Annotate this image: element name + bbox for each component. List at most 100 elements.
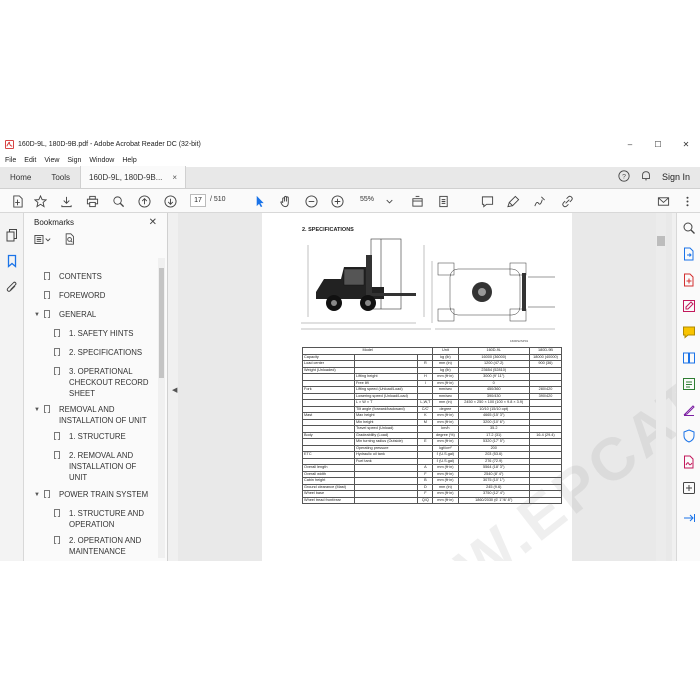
page-number-input[interactable]: 17 — [190, 194, 206, 207]
toolbar: 17 / 510 55% — [0, 189, 700, 213]
print-icon[interactable] — [85, 194, 99, 208]
next-page-icon[interactable] — [163, 194, 177, 208]
document-view[interactable]: 2. SPECIFICATIONS 160DS2SP01 Model Unit … — [178, 136, 700, 561]
create-pdf-tool-icon[interactable] — [682, 273, 696, 287]
more-tools-rail-icon[interactable] — [682, 481, 696, 495]
bookmark-item[interactable]: 1. STRUCTURE — [54, 431, 126, 442]
email-icon[interactable] — [656, 194, 670, 208]
sign-icon[interactable] — [532, 194, 546, 208]
attachments-icon[interactable] — [5, 280, 19, 294]
acrobat-app-icon — [5, 140, 14, 149]
bookmark-item[interactable]: ▼ GENERAL — [34, 309, 96, 320]
bookmark-icon — [44, 272, 50, 280]
select-tool-icon[interactable] — [252, 194, 266, 208]
zoom-dropdown-icon[interactable] — [382, 194, 396, 208]
forklift-side-view-drawing — [301, 238, 431, 330]
zoom-out-icon[interactable] — [304, 194, 318, 208]
protect-icon[interactable] — [682, 429, 696, 443]
combine-files-icon[interactable] — [682, 351, 696, 365]
save-icon[interactable] — [59, 194, 73, 208]
minimize-button[interactable]: – — [616, 140, 644, 149]
tab-bar: Home Tools 160D-9L, 180D-9B... × ? Sign … — [0, 166, 700, 189]
forklift-top-view-drawing — [431, 261, 555, 330]
zoom-in-icon[interactable] — [330, 194, 344, 208]
edit-pdf-icon[interactable] — [682, 299, 696, 313]
find-bookmark-icon[interactable] — [64, 232, 76, 250]
section-title: 2. SPECIFICATIONS — [302, 227, 354, 233]
collapse-arrow-icon[interactable]: ▼ — [34, 405, 40, 416]
bell-icon[interactable] — [640, 170, 652, 184]
send-for-signature-icon[interactable] — [682, 455, 696, 469]
bookmark-item[interactable]: 1. SAFETY HINTS — [54, 328, 133, 339]
menu-sign[interactable]: Sign — [63, 157, 85, 164]
more-tools-icon[interactable] — [680, 194, 694, 208]
options-menu-icon[interactable] — [34, 232, 52, 250]
tab-document[interactable]: 160D-9L, 180D-9B... × — [80, 166, 187, 188]
close-panel-icon[interactable]: ✕ — [149, 217, 157, 228]
menu-edit[interactable]: Edit — [20, 157, 40, 164]
bookmark-label: 1. STRUCTURE — [69, 432, 126, 441]
bookmark-label: CONTENTS — [59, 272, 102, 281]
bookmarks-scroll-thumb[interactable] — [159, 268, 164, 378]
bookmark-label: 1. STRUCTURE AND — [69, 509, 144, 518]
bookmark-star-icon[interactable] — [33, 194, 47, 208]
previous-page-icon[interactable] — [137, 194, 151, 208]
page-thumbnails-icon[interactable] — [5, 228, 19, 242]
page-total: / 510 — [210, 196, 226, 203]
collapse-arrow-icon[interactable]: ▼ — [34, 490, 40, 501]
bookmark-item[interactable]: 3. OPERATIONAL CHECKOUT RECORD SHEET — [54, 366, 149, 399]
fill-sign-icon[interactable] — [682, 403, 696, 417]
collapse-arrow-icon[interactable]: ▼ — [34, 310, 40, 321]
share-link-icon[interactable] — [560, 194, 574, 208]
comment-tool-icon[interactable] — [682, 325, 696, 339]
bookmark-label-multiline: 3. OPERATIONAL CHECKOUT RECORD SHEET — [69, 366, 149, 399]
bookmark-label: 1. SAFETY HINTS — [69, 329, 134, 338]
document-scrollbar[interactable] — [656, 213, 666, 561]
organize-pages-icon[interactable] — [682, 377, 696, 391]
hand-tool-icon[interactable] — [278, 194, 292, 208]
bookmark-item[interactable]: 1. STRUCTURE AND OPERATION — [54, 508, 144, 530]
bookmark-label: FOREWORD — [59, 291, 106, 300]
search-tools-icon[interactable] — [682, 221, 696, 235]
tab-close-icon[interactable]: × — [172, 173, 177, 182]
tab-document-label: 160D-9L, 180D-9B... — [89, 172, 163, 182]
export-pdf-icon[interactable] — [682, 247, 696, 261]
menu-help[interactable]: Help — [118, 157, 140, 164]
menu-file[interactable]: File — [0, 157, 20, 164]
highlight-icon[interactable] — [506, 194, 520, 208]
comment-icon[interactable] — [480, 194, 494, 208]
scrolling-mode-icon[interactable] — [436, 194, 450, 208]
table-cell: Q/Q — [417, 496, 434, 504]
bookmark-icon — [54, 329, 60, 337]
sign-in-button[interactable]: Sign In — [662, 172, 690, 182]
zoom-level-select[interactable]: 55% — [360, 196, 374, 203]
tab-home[interactable]: Home — [0, 166, 41, 188]
close-window-button[interactable]: ✕ — [672, 140, 700, 149]
bookmark-icon — [54, 509, 60, 517]
collapse-panel-icon[interactable]: ◀ — [172, 386, 177, 394]
bookmark-item[interactable]: 2. SPECIFICATIONS — [54, 347, 142, 358]
bookmark-label: CHECKOUT RECORD — [69, 378, 149, 387]
bookmark-icon — [44, 310, 50, 318]
bookmark-item[interactable]: 2. REMOVAL AND INSTALLATION OF UNIT — [54, 450, 136, 483]
bookmarks-panel-icon[interactable] — [5, 254, 19, 268]
find-icon[interactable] — [111, 194, 125, 208]
collapse-right-rail-icon[interactable] — [682, 511, 696, 525]
document-scroll-thumb[interactable] — [657, 236, 665, 246]
bookmark-item[interactable]: 2. OPERATION AND MAINTENANCE — [54, 535, 141, 557]
bookmark-item[interactable]: ▼ POWER TRAIN SYSTEM — [34, 489, 148, 500]
bookmark-item[interactable]: FOREWORD — [44, 290, 105, 301]
right-tools-rail — [676, 213, 700, 561]
maximize-button[interactable]: ☐ — [644, 140, 672, 149]
bookmark-label: UNIT — [69, 473, 88, 482]
page-display-icon[interactable] — [410, 194, 424, 208]
help-icon[interactable]: ? — [618, 170, 630, 184]
bookmark-item[interactable]: CONTENTS — [44, 271, 102, 282]
menu-view[interactable]: View — [40, 157, 63, 164]
tab-tools[interactable]: Tools — [41, 166, 80, 188]
bookmark-item[interactable]: ▼ REMOVAL AND INSTALLATION OF UNIT — [34, 404, 147, 426]
bookmarks-scrollbar[interactable] — [158, 258, 165, 558]
menu-window[interactable]: Window — [85, 157, 118, 164]
create-pdf-icon[interactable] — [10, 194, 24, 208]
bookmark-label: INSTALLATION OF UNIT — [59, 416, 147, 425]
